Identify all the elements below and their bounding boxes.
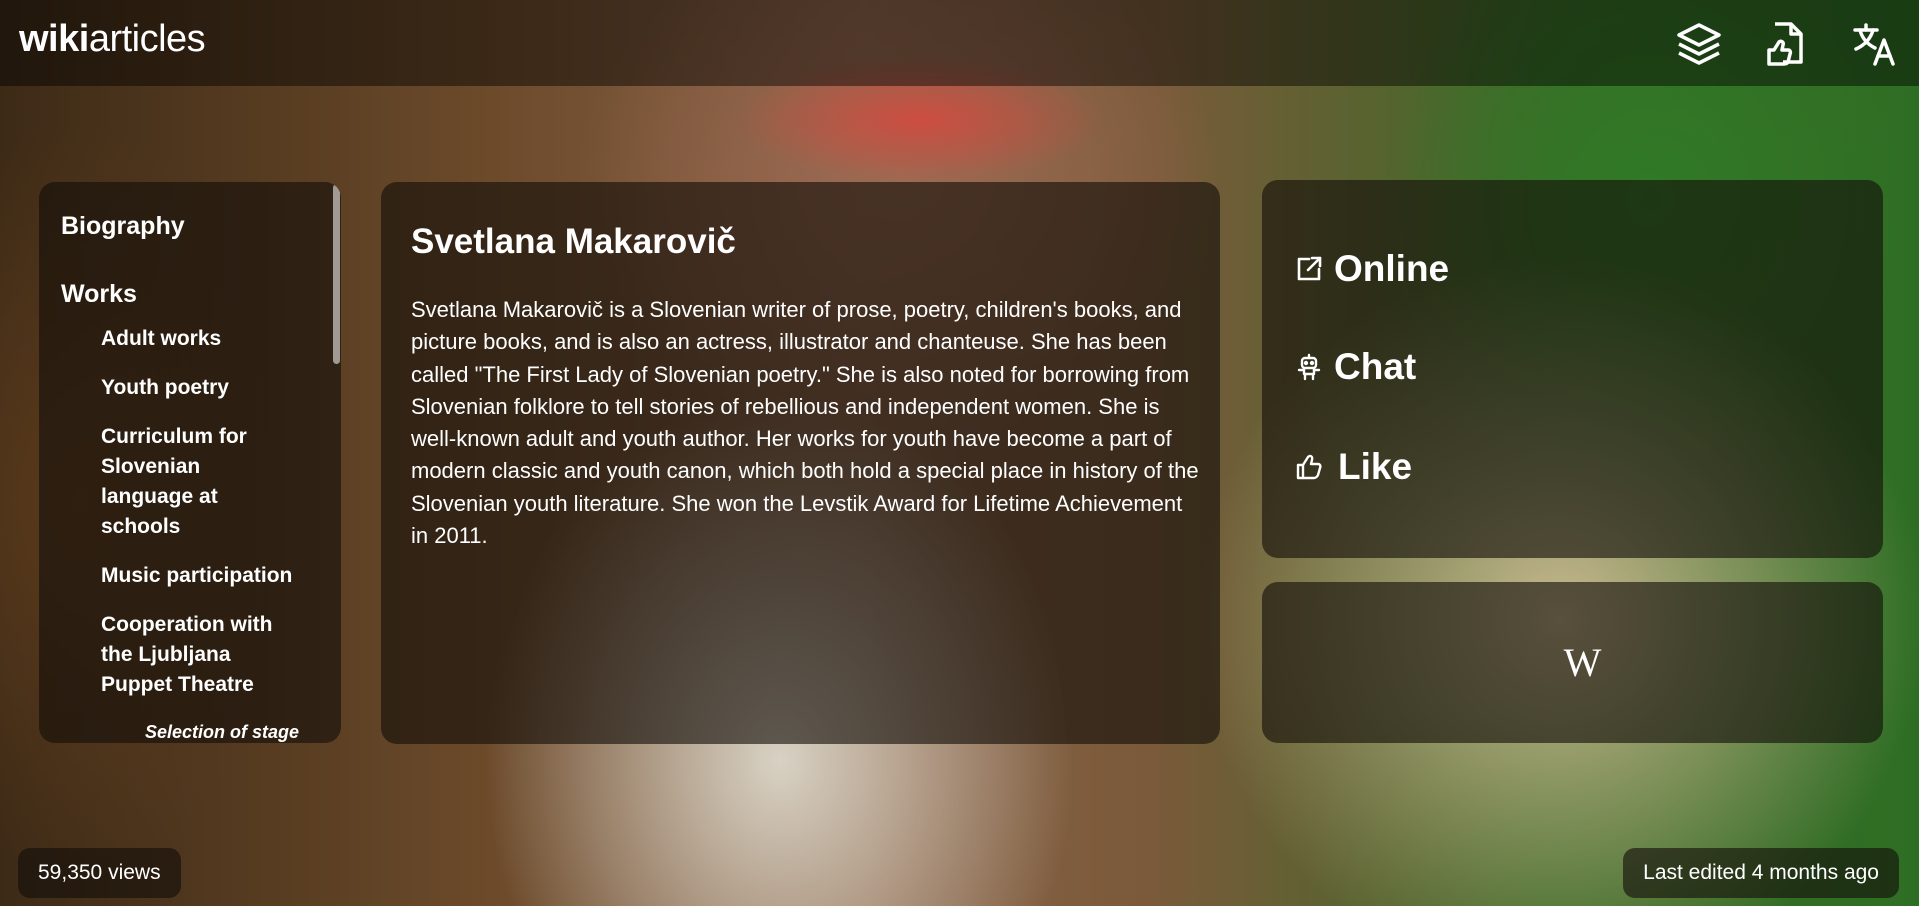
online-label: Online (1334, 248, 1450, 289)
toc-item-puppet-theatre[interactable]: Cooperation with the Ljubljana Puppet Th… (61, 610, 291, 700)
article-panel: Svetlana Makarovič Svetlana Makarovič is… (381, 182, 1220, 744)
online-button[interactable]: Online (1294, 248, 1449, 290)
views-badge: 59,350 views (18, 848, 181, 898)
external-link-icon (1294, 254, 1324, 284)
like-label: Like (1338, 446, 1413, 487)
top-icons (1675, 20, 1899, 68)
like-button[interactable]: Like (1294, 446, 1412, 488)
document-like-icon[interactable] (1763, 20, 1811, 68)
logo-light: articles (88, 18, 206, 60)
top-bar: wikiarticles (0, 0, 1919, 86)
toc-item-works[interactable]: Works (61, 280, 319, 308)
toc-item-music-participation[interactable]: Music participation (61, 561, 319, 591)
toc-item-stage-acts[interactable]: Selection of stage acts from (61, 719, 311, 743)
translate-icon[interactable] (1851, 20, 1899, 68)
article-title: Svetlana Makarovič (411, 222, 736, 261)
article-summary: Svetlana Makarovič is a Slovenian writer… (411, 297, 1199, 549)
logo-bold: wiki (19, 18, 89, 60)
actions-panel: Online Chat Like (1262, 180, 1883, 558)
wikipedia-link[interactable]: W (1262, 582, 1883, 743)
toc-item-curriculum[interactable]: Curriculum for Slovenian language at sch… (61, 422, 291, 542)
thumbs-up-icon (1294, 452, 1324, 482)
toc-item-adult-works[interactable]: Adult works (61, 324, 319, 354)
wikipedia-icon: W (1563, 640, 1602, 685)
last-edited-badge: Last edited 4 months ago (1623, 848, 1899, 898)
chat-label: Chat (1334, 346, 1417, 387)
chat-button[interactable]: Chat (1294, 346, 1416, 388)
table-of-contents: Biography Works Adult works Youth poetry… (39, 182, 341, 743)
toc-item-youth-poetry[interactable]: Youth poetry (61, 373, 319, 403)
layers-icon[interactable] (1675, 20, 1723, 68)
toc-scrollbar[interactable] (333, 184, 340, 364)
toc-list: Biography Works Adult works Youth poetry… (39, 182, 341, 743)
robot-icon (1294, 352, 1324, 382)
toc-item-biography[interactable]: Biography (61, 212, 319, 240)
site-logo[interactable]: wikiarticles (19, 18, 206, 61)
